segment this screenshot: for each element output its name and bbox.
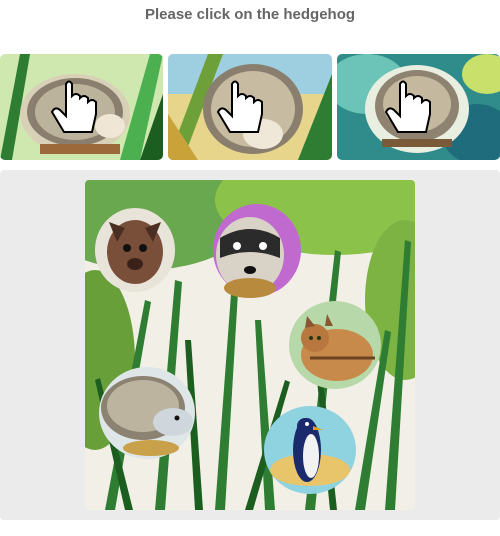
footer-strip [0, 526, 500, 536]
penguin-animal[interactable] [264, 406, 356, 494]
example-hedgehog-2 [168, 54, 332, 160]
example-hedgehog-3 [337, 54, 500, 160]
hedgehog-animal[interactable] [99, 367, 195, 459]
prompt-title: Please click on the hedgehog [144, 6, 356, 23]
example-hedgehog-1 [0, 54, 163, 160]
bat-animal[interactable] [95, 208, 175, 292]
challenge-panel [0, 170, 500, 520]
cat-animal[interactable] [289, 301, 381, 389]
example-images [0, 54, 500, 160]
challenge-image[interactable] [85, 180, 415, 510]
